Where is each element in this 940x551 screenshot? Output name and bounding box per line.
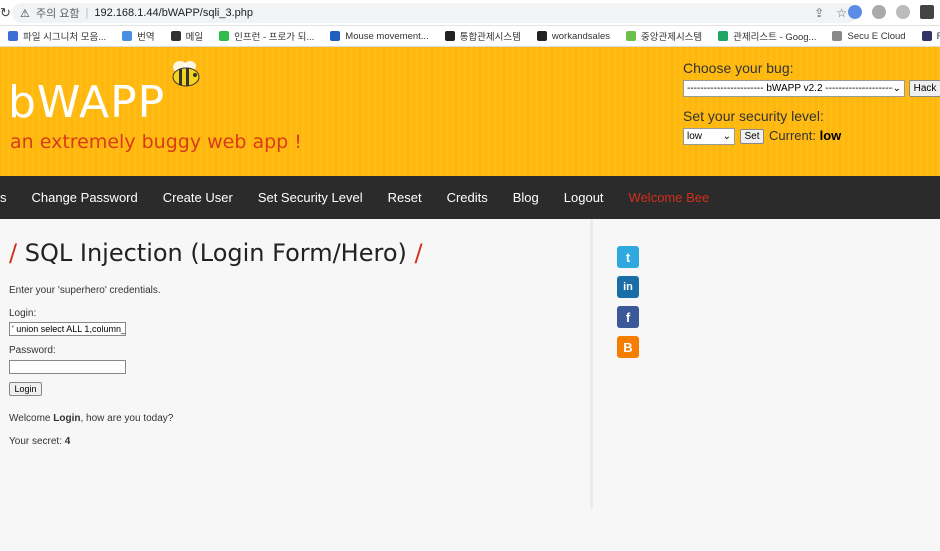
warning-icon[interactable]: ⚠ (20, 7, 32, 20)
url-bar[interactable]: ⚠ 주의 요함 | 192.168.1.44/bWAPP/sqli_3.php … (12, 3, 857, 23)
bookmark-label: 메일 (185, 32, 204, 43)
extension-icon[interactable] (872, 5, 886, 19)
tagline: an extremely buggy web app ! (10, 131, 302, 153)
secret-prefix: Your secret: (9, 436, 65, 447)
bookmark-label: 중앙관제시스템 (640, 32, 703, 43)
bookmark-favicon-icon (444, 31, 455, 41)
nav-item-change-password[interactable]: Change Password (32, 190, 138, 205)
bookmark-favicon-icon (921, 31, 932, 41)
bookmark-item[interactable]: 통합관제시스템 (444, 29, 521, 43)
bookmark-favicon-icon (625, 31, 636, 41)
bookmark-favicon-icon (330, 31, 341, 41)
set-security-button[interactable]: Set (740, 129, 764, 144)
bookmark-label: 인프런 - 프로가 되... (234, 32, 315, 43)
extension-icon[interactable] (896, 5, 910, 19)
bookmark-item[interactable]: 번역 (122, 29, 155, 43)
bookmark-favicon-icon (832, 31, 843, 41)
current-security-level: Current: low (769, 128, 841, 143)
sidebar-divider (590, 219, 593, 509)
nav-item-credits[interactable]: Credits (447, 190, 488, 205)
bug-select-value: ----------------------- bWAPP v2.2 -----… (687, 83, 893, 94)
main-nav: s Change Password Create User Set Securi… (0, 176, 940, 219)
title-slash-left: / (9, 239, 18, 267)
security-select-value: low (687, 131, 703, 142)
bookmark-item[interactable]: 파일 시그니처 모음... (8, 29, 106, 43)
bookmark-label: Secu E Cloud (847, 30, 906, 42)
current-security-value: low (819, 128, 842, 143)
main-content: / SQL Injection (Login Form/Hero) / Ente… (0, 219, 590, 509)
puzzle-icon[interactable] (920, 5, 934, 19)
share-icon[interactable]: ⇪ (814, 6, 824, 20)
twitter-icon[interactable]: t (617, 246, 639, 268)
title-slash-right: / (414, 239, 423, 267)
bookmark-item[interactable]: 메일 (170, 29, 204, 43)
bookmark-item[interactable]: Secu E Cloud (832, 30, 906, 42)
bookmark-label: 파일 시그니처 모음... (23, 32, 107, 43)
bookmarks-bar: 파일 시그니처 모음... 번역 메일 인프런 - 프로가 되... Mouse mov… (0, 26, 940, 47)
bookmark-item[interactable]: workandsales (536, 30, 610, 42)
bookmark-label: workandsales (551, 30, 610, 42)
bookmark-item[interactable]: Mouse movement... (330, 30, 429, 42)
facebook-icon[interactable]: f (617, 306, 639, 328)
welcome-suffix: , how are you today? (80, 413, 174, 424)
secret-value: 4 (64, 436, 71, 447)
bookmark-label: 번역 (137, 32, 155, 43)
reload-icon[interactable]: ↻ (0, 5, 12, 21)
security-level-select[interactable]: low ⌄ (683, 128, 735, 145)
nav-item-create-user[interactable]: Create User (163, 190, 233, 205)
bookmark-item[interactable]: 중앙관제시스템 (625, 29, 703, 43)
bookmark-favicon-icon (536, 31, 547, 41)
blogger-icon[interactable]: B (617, 336, 639, 358)
bwapp-logo[interactable]: bWAPP (8, 77, 165, 128)
welcome-message: Welcome Login, how are you today? (9, 413, 173, 424)
bookmark-favicon-icon (8, 31, 18, 41)
bee-icon (172, 61, 200, 87)
login-input[interactable]: ' union select ALL 1,column_ (9, 322, 126, 336)
bookmark-label: 통합관제시스템 (459, 32, 521, 43)
bookmark-label: Mouse movement... (345, 30, 429, 42)
bookmark-item[interactable]: 인프런 - 프로가 되... (219, 29, 314, 43)
browser-address-bar: ↻ ⚠ 주의 요함 | 192.168.1.44/bWAPP/sqli_3.ph… (0, 0, 940, 26)
nav-item-cut-off[interactable]: s (0, 190, 7, 205)
choose-bug-label: Choose your bug: (683, 60, 794, 76)
nav-item-set-security-level[interactable]: Set Security Level (258, 190, 363, 205)
current-security-prefix: Current: (769, 128, 816, 143)
nav-item-logout[interactable]: Logout (564, 190, 604, 205)
nav-item-reset[interactable]: Reset (388, 190, 422, 205)
chevron-down-icon: ⌄ (722, 131, 731, 142)
intro-text: Enter your 'superhero' credentials. (9, 285, 161, 296)
linkedin-icon[interactable]: in (617, 276, 639, 298)
extension-icons (848, 5, 934, 19)
login-label: Login: (9, 308, 37, 319)
bookmark-favicon-icon (122, 31, 133, 41)
url-separator: | (85, 7, 89, 19)
bookmark-favicon-icon (718, 31, 729, 41)
nav-welcome-user: Welcome Bee (628, 190, 710, 205)
page-title-text: SQL Injection (Login Form/Hero) (24, 239, 407, 267)
bookmark-favicon-icon (170, 31, 181, 41)
bookmark-label: ReceiveGUARD (937, 31, 940, 42)
secret-message: Your secret: 4 (9, 436, 70, 447)
bookmark-label: 관제리스트 - Goog... (733, 32, 817, 43)
welcome-prefix: Welcome (9, 413, 54, 424)
login-button[interactable]: Login (9, 382, 42, 396)
url-actions: ⇪ ☆ (814, 6, 847, 20)
bookmark-item[interactable]: 관제리스트 - Goog... (718, 29, 816, 43)
chevron-down-icon: ⌄ (892, 83, 901, 94)
password-label: Password: (9, 345, 56, 356)
nav-item-blog[interactable]: Blog (513, 190, 539, 205)
security-warning-label[interactable]: 주의 요함 (36, 5, 80, 21)
bookmark-item[interactable]: ReceiveGUARD (921, 31, 940, 42)
hack-button[interactable]: Hack (909, 80, 940, 97)
extension-icon[interactable] (848, 5, 862, 19)
bookmark-star-icon[interactable]: ☆ (836, 6, 847, 20)
url-text[interactable]: 192.168.1.44/bWAPP/sqli_3.php (94, 7, 253, 19)
password-input[interactable] (9, 360, 126, 374)
bookmark-favicon-icon (219, 31, 230, 41)
bug-select[interactable]: ----------------------- bWAPP v2.2 -----… (683, 80, 905, 97)
page-title: / SQL Injection (Login Form/Hero) / (9, 239, 423, 267)
welcome-name: Login (53, 413, 81, 424)
bwapp-header: bWAPP an extremely buggy web app ! Choos… (0, 47, 940, 176)
security-level-label: Set your security level: (683, 108, 824, 124)
